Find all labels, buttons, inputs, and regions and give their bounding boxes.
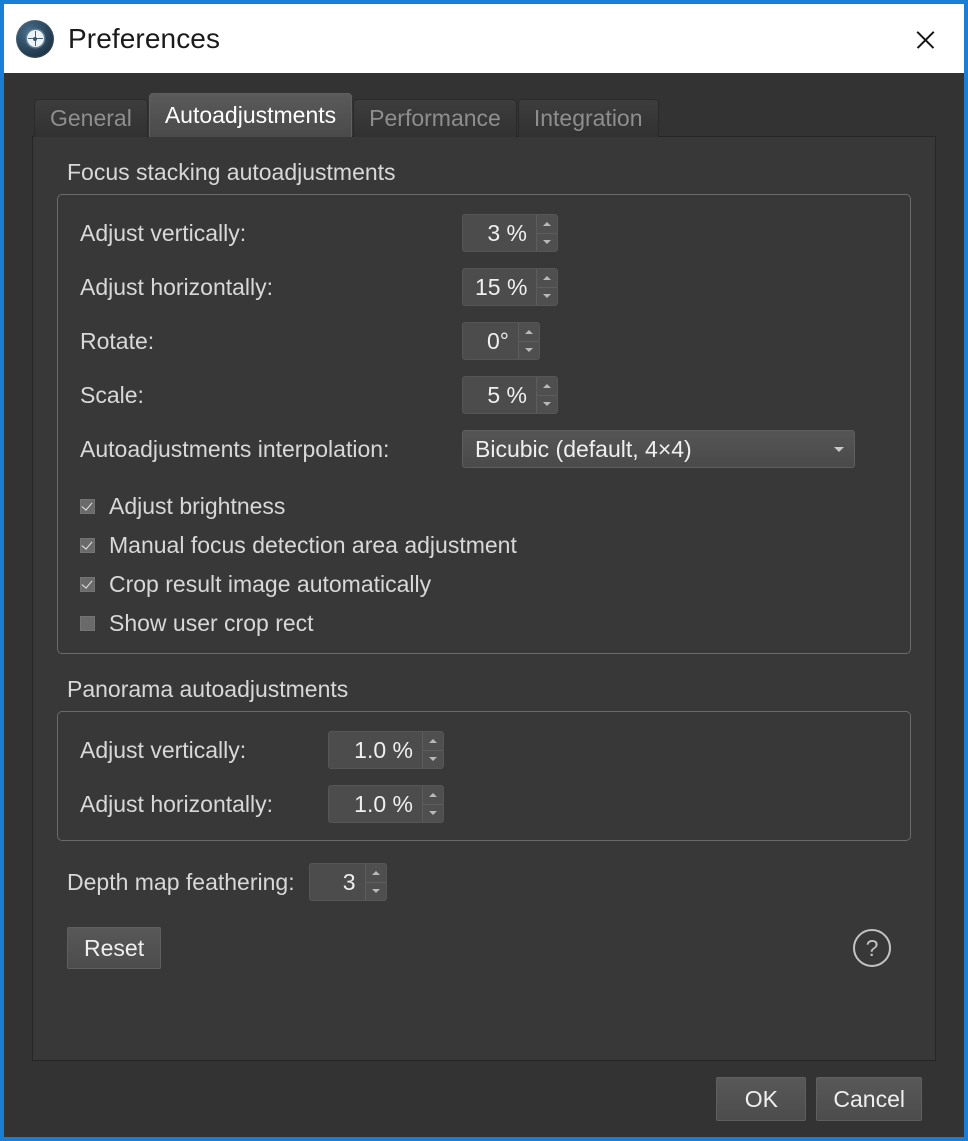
tab-autoadjustments-label: Autoadjustments (164, 102, 337, 128)
row-fs-adjust-horizontally: Adjust horizontally: 15 % (80, 267, 888, 307)
spinner-down-icon[interactable] (423, 749, 443, 769)
spinner-arrows (536, 215, 557, 251)
checkbox-crop-result-image[interactable] (80, 577, 95, 592)
checkbox-row-adjust-brightness[interactable]: Adjust brightness (80, 493, 888, 520)
spinner-up-icon[interactable] (366, 864, 386, 882)
panorama-groupbox: Adjust vertically: 1.0 % Adjust horizont… (57, 711, 911, 841)
focus-stacking-group-title: Focus stacking autoadjustments (67, 159, 396, 185)
panorama-group-title: Panorama autoadjustments (67, 676, 349, 702)
preferences-window: Preferences General Autoadjustments Perf… (0, 0, 968, 1141)
spinner-fs-adjust-horizontally-value: 15 % (475, 273, 528, 300)
spinner-fs-rotate-value: 0° (487, 327, 509, 354)
spinner-down-icon[interactable] (365, 881, 386, 901)
row-pano-adjust-horizontally: Adjust horizontally: 1.0 % (80, 784, 888, 824)
spinner-fs-adjust-horizontally[interactable]: 15 % (462, 268, 559, 306)
dialog-footer: OK Cancel (32, 1061, 936, 1137)
label-depth-map-feathering: Depth map feathering: (67, 868, 295, 895)
spinner-down-icon[interactable] (537, 286, 558, 306)
tab-performance[interactable]: Performance (353, 99, 517, 137)
spinner-arrows (422, 732, 443, 768)
tab-integration[interactable]: Integration (517, 99, 659, 137)
cancel-button[interactable]: Cancel (816, 1077, 922, 1121)
checkbox-manual-focus-detection[interactable] (80, 538, 95, 553)
spinner-pano-adjust-horizontally-value: 1.0 % (354, 790, 413, 817)
ok-button-label: OK (744, 1085, 778, 1112)
checkbox-row-crop-result-image[interactable]: Crop result image automatically (80, 571, 888, 598)
spinner-arrows (536, 269, 558, 306)
chevron-down-icon (834, 446, 844, 452)
row-fs-scale: Scale: 5 % (80, 375, 888, 415)
lens-target-icon (16, 19, 54, 58)
label-fs-interpolation: Autoadjustments interpolation: (80, 435, 390, 462)
checkbox-adjust-brightness-label: Adjust brightness (109, 493, 286, 519)
spinner-pano-adjust-horizontally[interactable]: 1.0 % (328, 785, 444, 823)
spinner-depth-map-feathering-value: 3 (342, 868, 356, 895)
panel-bottom-row: Reset ? (67, 927, 911, 969)
checkbox-crop-result-image-label: Crop result image automatically (109, 571, 432, 597)
spinner-arrows (536, 377, 557, 413)
dropdown-interpolation-value: Bicubic (default, 4×4) (475, 435, 692, 462)
checkbox-row-show-user-crop-rect[interactable]: Show user crop rect (80, 610, 888, 637)
label-fs-scale: Scale: (80, 381, 144, 408)
spinner-up-icon[interactable] (537, 215, 557, 233)
spinner-depth-map-feathering[interactable]: 3 (308, 863, 387, 901)
label-fs-adjust-horizontally: Adjust horizontally: (80, 273, 274, 300)
help-icon-glyph: ? (865, 934, 879, 961)
checkbox-show-user-crop-rect[interactable] (80, 616, 95, 631)
spinner-down-icon[interactable] (537, 394, 557, 414)
spinner-up-icon[interactable] (537, 377, 557, 395)
row-fs-adjust-vertically: Adjust vertically: 3 % (80, 213, 888, 253)
label-pano-adjust-horizontally: Adjust horizontally: (80, 790, 274, 817)
spinner-up-icon[interactable] (537, 269, 557, 287)
spinner-fs-scale[interactable]: 5 % (462, 376, 558, 414)
focus-stacking-groupbox: Adjust vertically: 3 % Adjust horizontal… (57, 194, 911, 654)
dropdown-interpolation[interactable]: Bicubic (default, 4×4) (462, 430, 855, 468)
help-icon[interactable]: ? (853, 929, 891, 967)
spinner-up-icon[interactable] (423, 732, 443, 750)
spinner-arrows (364, 864, 386, 901)
checkbox-show-user-crop-rect-label: Show user crop rect (109, 610, 314, 636)
spinner-arrows (518, 323, 539, 359)
ok-button[interactable]: OK (716, 1077, 807, 1121)
tab-bar: General Autoadjustments Performance Inte… (32, 93, 936, 137)
tab-performance-label: Performance (369, 105, 501, 131)
label-pano-adjust-vertically: Adjust vertically: (80, 736, 247, 763)
window-title: Preferences (68, 22, 221, 54)
tab-panel-autoadjustments: Focus stacking autoadjustments Adjust ve… (32, 136, 936, 1061)
reset-button-label: Reset (84, 934, 145, 961)
label-fs-rotate: Rotate: (80, 327, 155, 354)
spinner-up-icon[interactable] (423, 786, 443, 804)
checkbox-adjust-brightness[interactable] (80, 499, 95, 514)
spinner-arrows (422, 786, 443, 822)
spinner-up-icon[interactable] (519, 323, 539, 341)
checkbox-manual-focus-detection-label: Manual focus detection area adjustment (109, 532, 517, 558)
row-depth-map-feathering: Depth map feathering: 3 (67, 863, 911, 901)
tab-integration-label: Integration (533, 105, 643, 131)
row-fs-rotate: Rotate: 0° (80, 321, 888, 361)
spinner-fs-adjust-vertically[interactable]: 3 % (462, 214, 558, 252)
cancel-button-label: Cancel (833, 1085, 905, 1112)
tab-autoadjustments[interactable]: Autoadjustments (148, 93, 353, 137)
label-fs-adjust-vertically: Adjust vertically: (80, 219, 247, 246)
row-pano-adjust-vertically: Adjust vertically: 1.0 % (80, 730, 888, 770)
spinner-down-icon[interactable] (423, 803, 443, 823)
spinner-fs-rotate[interactable]: 0° (462, 322, 540, 360)
spinner-down-icon[interactable] (537, 232, 557, 252)
spinner-pano-adjust-vertically[interactable]: 1.0 % (328, 731, 444, 769)
close-icon[interactable] (908, 22, 942, 56)
dialog-body: General Autoadjustments Performance Inte… (4, 73, 964, 1137)
tab-general-label: General (50, 105, 132, 131)
tab-general[interactable]: General (34, 99, 148, 137)
spinner-fs-adjust-vertically-value: 3 % (487, 219, 527, 246)
spinner-fs-scale-value: 5 % (487, 381, 527, 408)
title-bar: Preferences (4, 4, 964, 73)
reset-button[interactable]: Reset (67, 927, 162, 969)
checkbox-row-manual-focus-detection[interactable]: Manual focus detection area adjustment (80, 532, 888, 559)
row-fs-interpolation: Autoadjustments interpolation: Bicubic (… (80, 429, 888, 469)
spinner-down-icon[interactable] (519, 340, 539, 360)
spinner-pano-adjust-vertically-value: 1.0 % (354, 736, 413, 763)
